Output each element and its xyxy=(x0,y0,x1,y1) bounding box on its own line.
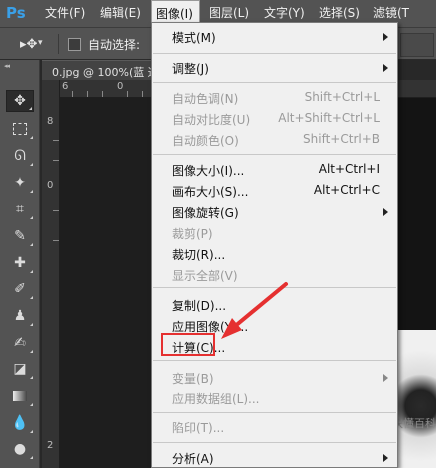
menu-item-label: 变量(B) xyxy=(172,372,214,386)
ruler-label: 0 xyxy=(117,81,124,92)
menu-item-image-rotation[interactable]: 图像旋转(G) xyxy=(152,201,397,222)
menu-item-label: 复制(D)... xyxy=(172,299,227,313)
brush-tool-icon[interactable]: ✐ xyxy=(6,278,34,300)
submenu-arrow-icon xyxy=(383,454,388,462)
blur-tool-icon[interactable]: 💧 xyxy=(6,412,34,434)
menu-item-shortcut: Alt+Shift+Ctrl+L xyxy=(278,111,380,125)
menu-item-mode[interactable]: 模式(M) xyxy=(152,26,397,47)
ruler-label: 6 xyxy=(62,81,69,92)
menu-item-label: 自动对比度(U) xyxy=(172,113,251,127)
menu-item-label: 应用数据组(L)... xyxy=(172,392,260,406)
menu-edit[interactable]: 编辑(E) xyxy=(100,0,141,27)
menu-item-shortcut: Shift+Ctrl+B xyxy=(303,132,380,146)
menu-item-label: 自动色调(N) xyxy=(172,92,239,106)
canvas-dark-region xyxy=(398,98,436,330)
gradient-tool-icon[interactable] xyxy=(6,385,34,407)
collapse-icon[interactable]: ◂◂ xyxy=(4,62,10,70)
align-options-box[interactable] xyxy=(400,33,434,57)
submenu-arrow-icon xyxy=(383,33,388,41)
document-tab-title: 0.jpg @ 100%(蓝 通 xyxy=(52,66,159,79)
menu-item-shortcut: Shift+Ctrl+L xyxy=(304,90,380,104)
submenu-arrow-icon xyxy=(383,64,388,72)
eraser-tool-icon[interactable]: ◪ xyxy=(6,358,34,380)
eyedropper-icon[interactable]: ✎ xyxy=(6,225,34,247)
divider xyxy=(58,34,59,54)
history-brush-icon[interactable]: ✍ xyxy=(6,332,34,354)
photoshop-logo: Ps xyxy=(6,4,26,22)
menu-separator xyxy=(153,360,396,361)
document-tab[interactable]: 0.jpg @ 100%(蓝 通 xyxy=(42,60,159,80)
menu-item-apply-data-set[interactable]: 应用数据组(L)... xyxy=(152,387,397,408)
menu-item-label: 裁剪(P) xyxy=(172,227,213,241)
menu-separator xyxy=(153,412,396,413)
menu-separator xyxy=(153,442,396,443)
ruler-vertical: 8 0 2 xyxy=(42,80,60,468)
chevron-down-icon[interactable]: ▾ xyxy=(38,38,43,48)
image-preview xyxy=(398,330,436,468)
menu-separator xyxy=(153,82,396,83)
menu-item-label: 图像大小(I)... xyxy=(172,164,245,178)
tools-panel: ◂◂ ✥ ᘏ ✦ ⌗ ✎ ✚ ✐ ♟ ✍ ◪ 💧 ● xyxy=(0,60,40,468)
menu-item-label: 调整(J) xyxy=(172,62,209,76)
menu-item-trim[interactable]: 裁切(R)... xyxy=(152,243,397,264)
menu-item-label: 画布大小(S)... xyxy=(172,185,249,199)
magic-wand-icon[interactable]: ✦ xyxy=(6,172,34,194)
menu-item-auto-color[interactable]: 自动颜色(O) Shift+Ctrl+B xyxy=(152,129,397,150)
move-tool-icon[interactable]: ✥ xyxy=(6,90,34,112)
stamp-tool-icon[interactable]: ♟ xyxy=(6,305,34,327)
menu-item-label: 裁切(R)... xyxy=(172,248,226,262)
menu-item-shortcut: Alt+Ctrl+I xyxy=(318,162,380,176)
menu-item-image-size[interactable]: 图像大小(I)... Alt+Ctrl+I xyxy=(152,159,397,180)
lasso-tool-icon[interactable]: ᘏ xyxy=(6,145,34,167)
watermark: 快懂百科 xyxy=(392,417,436,430)
menu-item-label: 自动颜色(O) xyxy=(172,134,239,148)
dodge-tool-icon[interactable]: ● xyxy=(6,438,34,460)
menu-item-crop[interactable]: 裁剪(P) xyxy=(152,222,397,243)
menu-item-shortcut: Alt+Ctrl+C xyxy=(313,183,380,197)
menu-separator xyxy=(153,53,396,54)
menu-item-canvas-size[interactable]: 画布大小(S)... Alt+Ctrl+C xyxy=(152,180,397,201)
menu-item-label: 图像旋转(G) xyxy=(172,206,239,220)
image-menu-dropdown: 模式(M) 调整(J) 自动色调(N) Shift+Ctrl+L 自动对比度(U… xyxy=(151,22,398,468)
menu-item-trap[interactable]: 陷印(T)... xyxy=(152,416,397,437)
crop-tool-icon[interactable]: ⌗ xyxy=(6,198,34,220)
menu-item-label: 陷印(T)... xyxy=(172,421,225,435)
menu-item-reveal-all[interactable]: 显示全部(V) xyxy=(152,264,397,285)
menu-item-auto-contrast[interactable]: 自动对比度(U) Alt+Shift+Ctrl+L xyxy=(152,108,397,129)
menu-item-duplicate[interactable]: 复制(D)... xyxy=(152,294,397,315)
submenu-arrow-icon xyxy=(383,208,388,216)
menu-item-label: 显示全部(V) xyxy=(172,269,238,283)
auto-select-label: 自动选择: xyxy=(88,38,141,52)
menu-item-adjust[interactable]: 调整(J) xyxy=(152,57,397,78)
menu-item-variables[interactable]: 变量(B) xyxy=(152,367,397,388)
ruler-label: 0 xyxy=(47,180,54,191)
menu-separator xyxy=(153,287,396,288)
auto-select-checkbox[interactable] xyxy=(68,38,81,51)
menu-item-label: 模式(M) xyxy=(172,31,216,45)
healing-brush-icon[interactable]: ✚ xyxy=(6,252,34,274)
menu-item-auto-tone[interactable]: 自动色调(N) Shift+Ctrl+L xyxy=(152,87,397,108)
menu-separator xyxy=(153,154,396,155)
menu-file[interactable]: 文件(F) xyxy=(45,0,85,27)
highlight-box xyxy=(161,333,215,356)
ruler-label: 2 xyxy=(47,440,54,451)
marquee-tool-icon[interactable] xyxy=(6,118,34,140)
move-tool-icon[interactable]: ▸✥ xyxy=(20,37,37,52)
menu-item-label: 分析(A) xyxy=(172,452,214,466)
ruler-label: 8 xyxy=(47,116,54,127)
submenu-arrow-icon xyxy=(383,374,388,382)
menu-item-analysis[interactable]: 分析(A) xyxy=(152,447,397,468)
